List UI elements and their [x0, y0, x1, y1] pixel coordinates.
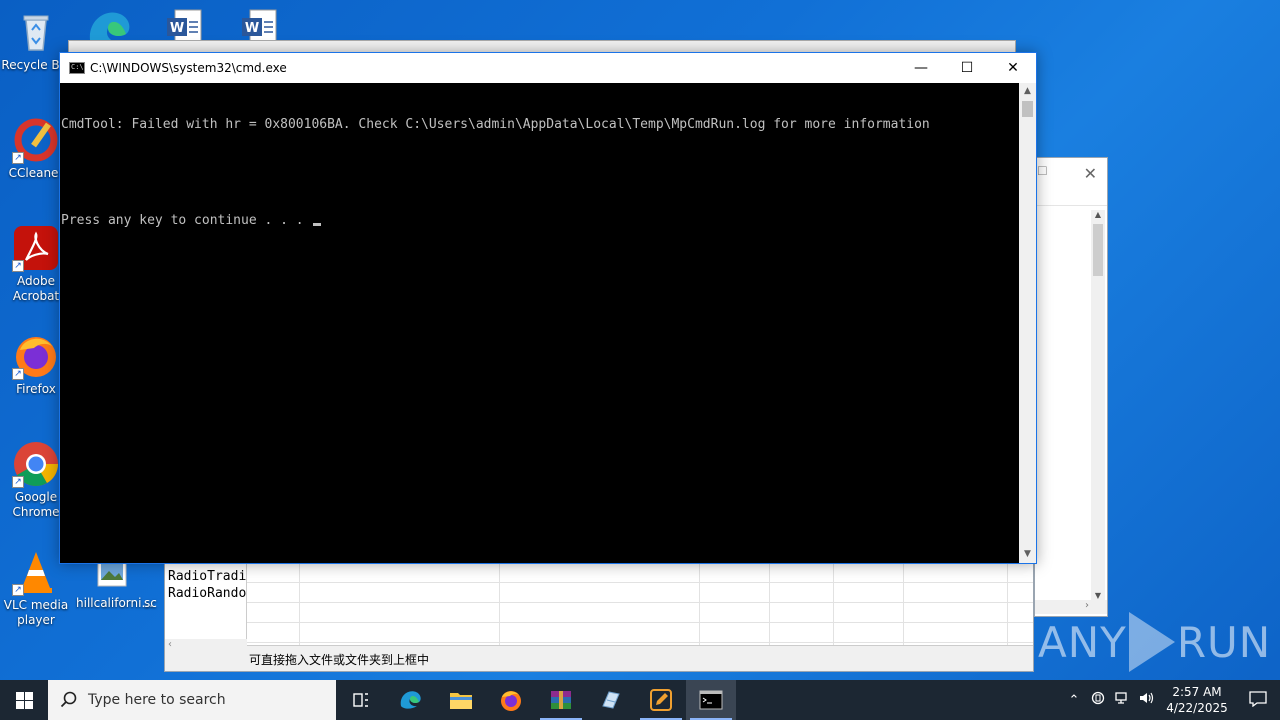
vertical-scrollbar[interactable]: ▲ ▼ — [1019, 83, 1036, 563]
watermark-left-text: ANY — [1038, 617, 1127, 667]
scroll-down-icon[interactable]: ▼ — [1019, 546, 1036, 563]
firefox-icon: ↗ — [12, 332, 60, 380]
file-list-pane[interactable]: RadioTradi RadioRando — [165, 563, 247, 639]
taskbar-search-box[interactable]: Type here to search — [48, 680, 336, 720]
clock-date: 4/22/2025 — [1166, 701, 1228, 715]
svg-text:W: W — [245, 21, 259, 36]
desktop-icon-label: hillcaliforni... — [76, 596, 153, 610]
task-view-icon — [353, 693, 368, 707]
volume-icon[interactable] — [1134, 691, 1158, 709]
windows-logo-icon — [15, 691, 33, 709]
close-icon: ✕ — [1007, 60, 1019, 76]
watermark-right-text: RUN — [1176, 617, 1272, 667]
chrome-icon: ↗ — [12, 440, 60, 488]
status-bar: 可直接拖入文件或文件夹到上框中 — [247, 645, 1033, 671]
list-item[interactable]: RadioTradi — [168, 568, 246, 585]
scroll-thumb[interactable] — [1022, 101, 1033, 117]
vertical-scrollbar[interactable]: ▲ ▼ — [1091, 210, 1105, 600]
clock-time: 2:57 AM — [1172, 685, 1222, 699]
desktop-icon-label: VLC media player — [3, 598, 69, 627]
word-document-icon[interactable]: W — [165, 8, 205, 45]
close-button[interactable]: ✕ — [990, 53, 1036, 83]
pencil-edit-icon — [650, 689, 672, 711]
firefox-icon — [501, 691, 521, 711]
scroll-up-icon[interactable]: ▲ — [1019, 83, 1036, 100]
minimize-button[interactable]: — — [898, 53, 944, 83]
ccleaner-icon: ↗ — [12, 116, 60, 164]
search-placeholder: Type here to search — [88, 692, 226, 708]
taskbar-text-editor[interactable] — [636, 680, 686, 720]
file-grid[interactable] — [247, 563, 1033, 647]
anyrun-watermark: ANY RUN — [1038, 612, 1271, 672]
console-icon — [699, 690, 723, 710]
cmd-titlebar[interactable]: C:\ C:\WINDOWS\system32\cmd.exe — ☐ ✕ — [60, 53, 1036, 83]
notification-icon — [1249, 690, 1267, 707]
shortcut-arrow-icon: ↗ — [12, 368, 24, 380]
taskbar-cmd[interactable] — [686, 680, 736, 720]
search-icon — [60, 691, 78, 709]
task-view-button[interactable] — [336, 680, 386, 720]
desktop-icon-hillcalifornia[interactable]: hillcaliforni... — [76, 556, 153, 611]
maximize-icon: ☐ — [960, 60, 974, 76]
maximize-icon[interactable]: ☐ — [1037, 164, 1048, 178]
shortcut-arrow-icon: ↗ — [12, 152, 24, 164]
text-cursor — [313, 223, 322, 226]
background-window-bottom[interactable]: RadioTradi RadioRando ‹ 可直接拖入文件或文件夹到上框中 — [164, 562, 1034, 672]
edge-icon — [400, 691, 421, 709]
console-line: CmdTool: Failed with hr = 0x800106BA. Ch… — [61, 117, 930, 132]
taskbar-file-explorer[interactable] — [436, 680, 486, 720]
show-hidden-icons-chevron-icon[interactable]: ⌃ — [1062, 693, 1086, 708]
svg-text:W: W — [170, 21, 184, 36]
background-window-right[interactable]: ☐ ✕ ▲ ▼ › — [1034, 157, 1108, 617]
shortcut-arrow-icon: ↗ — [12, 260, 24, 272]
scroll-up-icon[interactable]: ▲ — [1091, 210, 1105, 219]
taskbar: Type here to search ⌃ 2:57 AM 4/22/2025 — [0, 680, 1280, 720]
taskbar-clock[interactable]: 2:57 AM 4/22/2025 — [1158, 684, 1236, 716]
console-prompt-line: Press any key to continue . . . — [61, 213, 1019, 229]
notification-center-button[interactable] — [1236, 690, 1280, 710]
minimize-icon: — — [914, 60, 928, 76]
maximize-button[interactable]: ☐ — [944, 53, 990, 83]
recycle-bin-icon — [12, 8, 60, 56]
list-item[interactable]: RadioRando — [168, 585, 246, 602]
scroll-down-icon[interactable]: ▼ — [1091, 591, 1105, 600]
horizontal-scrollbar[interactable]: ‹ — [165, 639, 247, 653]
scroll-right-icon[interactable]: › — [1085, 600, 1089, 611]
shortcut-arrow-icon: ↗ — [12, 584, 24, 596]
shortcut-arrow-icon: ↗ — [12, 476, 24, 488]
scroll-thumb[interactable] — [1093, 224, 1103, 276]
console-output[interactable]: CmdTool: Failed with hr = 0x800106BA. Ch… — [60, 83, 1020, 563]
system-tray: ⌃ 2:57 AM 4/22/2025 — [1062, 680, 1280, 720]
network-icon[interactable] — [1110, 691, 1134, 709]
taskbar-notepad-app[interactable] — [586, 680, 636, 720]
app-tray-icon[interactable] — [1086, 691, 1110, 709]
folder-icon — [450, 693, 472, 709]
taskbar-edge[interactable] — [386, 680, 436, 720]
notepad-icon — [602, 691, 620, 709]
play-icon — [1128, 612, 1175, 672]
console-line: Press any key to continue . . . — [61, 213, 312, 228]
console-icon: C:\ — [69, 62, 85, 74]
background-window-titlebar: ☐ ✕ — [1035, 158, 1107, 206]
window-title: C:\WINDOWS\system32\cmd.exe — [90, 61, 287, 75]
start-button[interactable] — [0, 680, 48, 720]
taskbar-firefox[interactable] — [486, 680, 536, 720]
taskbar-winrar[interactable] — [536, 680, 586, 720]
adobe-acrobat-icon: ↗ — [12, 224, 60, 272]
winrar-icon — [551, 691, 571, 709]
vlc-cone-icon: ↗ — [12, 548, 60, 596]
cmd-window[interactable]: C:\ C:\WINDOWS\system32\cmd.exe — ☐ ✕ Cm… — [59, 52, 1037, 564]
close-icon[interactable]: ✕ — [1084, 164, 1097, 183]
word-document-icon[interactable]: W — [240, 8, 280, 45]
